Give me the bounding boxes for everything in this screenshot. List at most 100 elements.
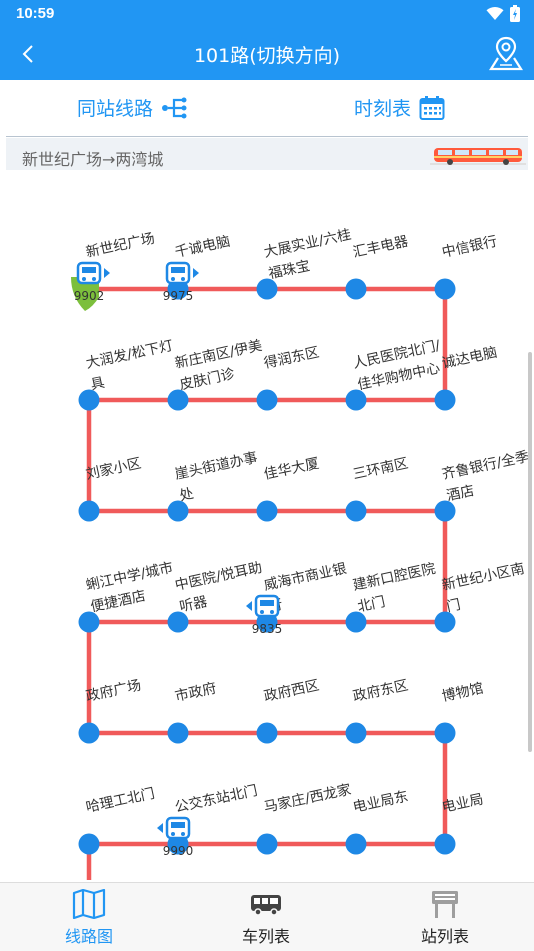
bus-icon: [249, 889, 283, 919]
station-dot: [257, 279, 278, 300]
direction-bar: 新世纪广场→两湾城: [6, 138, 528, 170]
toolbar-divider: [6, 136, 528, 137]
bus-marker[interactable]: 9902: [74, 263, 110, 303]
station-label: 公交东站北门: [173, 782, 259, 816]
station-dot: [168, 723, 189, 744]
map-location-button[interactable]: [488, 34, 524, 72]
station-label: 千诚电脑: [174, 234, 232, 261]
station-dot: [346, 501, 367, 522]
nav-bus-list[interactable]: 车列表: [206, 889, 326, 947]
bus-id-label: 9835: [252, 622, 283, 636]
station-label: 崖头街道办事处: [174, 450, 264, 505]
station-dot: [346, 279, 367, 300]
station-label: 刘家小区: [84, 455, 142, 483]
station-dot: [346, 390, 367, 411]
bus-marker[interactable]: 9835: [246, 596, 282, 636]
station-dot: [257, 723, 278, 744]
station-dot: [346, 834, 367, 855]
station-dot: [435, 501, 456, 522]
route-map[interactable]: 新世纪广场千诚电脑 大展实业/六桂福珠宝汇丰电器 中信银行诚达电脑人民医院北门/佳华…: [0, 172, 534, 880]
station-label: 诚达电脑: [441, 345, 499, 372]
status-time: 10:59: [16, 5, 54, 22]
map-pin-icon: [488, 34, 524, 72]
station-dot: [79, 390, 100, 411]
station-dot: [435, 723, 456, 744]
status-bar: 10:59: [0, 0, 534, 28]
nav-route-map[interactable]: 线路图: [29, 889, 149, 947]
map-scrollbar[interactable]: [528, 352, 532, 752]
timetable-label: 时刻表: [354, 94, 411, 121]
toolbar: 同站线路 时刻表: [0, 80, 534, 136]
station-dot: [257, 834, 278, 855]
station-label: 政府西区: [263, 678, 321, 705]
station-label: 新世纪小区南门: [441, 561, 531, 616]
nav-label-route-map: 线路图: [29, 923, 149, 947]
direction-arrow-icon: [157, 823, 163, 833]
battery-icon: [510, 5, 520, 26]
station-label: 电业局东: [352, 789, 410, 816]
station-stop[interactable]: 电业局: [435, 792, 485, 855]
station-dot: [435, 279, 456, 300]
station-label: 中信银行: [441, 234, 499, 261]
station-stop[interactable]: 齐鲁银行/全季酒店: [435, 448, 534, 522]
station-dot: [346, 612, 367, 633]
station-dot: [79, 501, 100, 522]
station-label: 博物馆: [440, 680, 485, 705]
station-stop[interactable]: 中信银行: [435, 234, 499, 300]
station-dot: [435, 834, 456, 855]
bus-marker[interactable]: 9990: [157, 818, 193, 858]
bus-id-label: 9975: [163, 289, 194, 303]
timetable-button[interactable]: 时刻表: [354, 94, 445, 121]
station-label: 三环南区: [352, 456, 410, 483]
station-dot: [79, 723, 100, 744]
station-label: 蜊江中学/城市便捷酒店: [84, 559, 179, 616]
station-dot: [168, 612, 189, 633]
bus-id-label: 9990: [163, 844, 194, 858]
same-station-lines-button[interactable]: 同站线路: [77, 94, 189, 121]
wifi-icon: [486, 6, 504, 25]
station-label: 大展实业/六桂福珠宝: [263, 227, 358, 283]
station-dot: [257, 501, 278, 522]
route-map-canvas: 新世纪广场千诚电脑 大展实业/六桂福珠宝汇丰电器 中信银行诚达电脑人民医院北门/佳华…: [0, 172, 534, 880]
station-dot: [168, 390, 189, 411]
bus-marker[interactable]: 9975: [163, 263, 199, 303]
map-icon: [72, 889, 106, 919]
station-label: 得润东区: [262, 344, 320, 372]
station-label: 政府广场: [85, 678, 143, 705]
bus-id-label: 9902: [74, 289, 105, 303]
station-label: 佳华大厦: [263, 456, 321, 483]
station-dot: [168, 501, 189, 522]
station-stop[interactable]: 新世纪小区南门: [435, 561, 531, 633]
nav-label-station-list: 站列表: [385, 923, 505, 947]
station-dot: [79, 612, 100, 633]
direction-arrow-icon: [246, 601, 252, 611]
station-label: 市政府: [173, 680, 218, 705]
direction-text: 新世纪广场→两湾城: [22, 146, 163, 170]
calendar-icon: [419, 95, 445, 121]
station-label: 汇丰电器: [352, 234, 410, 261]
same-station-label: 同站线路: [77, 94, 153, 121]
direction-arrow-icon: [104, 268, 110, 278]
station-dot: [257, 390, 278, 411]
direction-arrow-icon: [193, 268, 199, 278]
station-stop[interactable]: 博物馆: [435, 680, 485, 744]
page-title[interactable]: 101路(切换方向): [0, 41, 534, 68]
station-label: 建新口腔医院北门: [352, 561, 442, 616]
bus-illustration-icon: [430, 145, 526, 167]
station-label: 新庄南区/伊美皮肤门诊: [173, 337, 268, 394]
station-label: 新世纪广场: [85, 231, 157, 261]
station-label: 齐鲁银行/全季酒店: [440, 448, 534, 505]
route-branch-icon: [161, 96, 189, 120]
station-label: 人民医院北门/佳华购物中心: [352, 338, 447, 394]
nav-station-list[interactable]: 站列表: [385, 889, 505, 947]
bottom-navigation: 线路图 车列表 站列表: [0, 882, 534, 951]
station-dot: [435, 390, 456, 411]
station-label: 大润发/松下灯具: [85, 338, 180, 394]
bus-stop-icon: [428, 889, 462, 919]
station-label: 中医院/悦耳助听器: [174, 560, 269, 616]
nav-label-bus-list: 车列表: [206, 923, 326, 947]
station-label: 哈理工北门: [85, 786, 157, 816]
app-header: 101路(切换方向): [0, 28, 534, 80]
station-dot: [435, 612, 456, 633]
station-label: 政府东区: [352, 678, 410, 705]
